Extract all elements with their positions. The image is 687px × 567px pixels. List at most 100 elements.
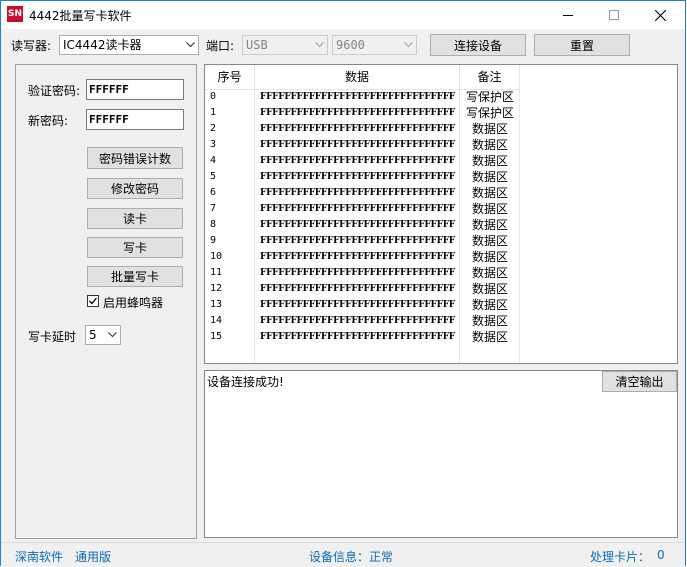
table-row[interactable]: 8 FFFFFFFFFFFFFFFFFFFFFFFFFFFFFFFF 数据区 — [205, 217, 520, 233]
maximize-icon — [609, 10, 619, 20]
row-data-cell: FFFFFFFFFFFFFFFFFFFFFFFFFFFFFFFF — [260, 124, 455, 134]
table-row[interactable]: 1 FFFFFFFFFFFFFFFFFFFFFFFFFFFFFFFF 写保护区 — [205, 105, 520, 121]
password-error-count-button[interactable]: 密码错误计数 — [87, 147, 183, 169]
buzzer-label: 启用蜂鸣器 — [103, 296, 164, 310]
row-index-cell: 4 — [210, 155, 217, 166]
row-data-cell: FFFFFFFFFFFFFFFFFFFFFFFFFFFFFFFF — [260, 316, 455, 326]
table-row[interactable]: 15 FFFFFFFFFFFFFFFFFFFFFFFFFFFFFFFF 数据区 — [205, 329, 520, 345]
row-note-cell: 数据区 — [471, 266, 508, 280]
reader-select[interactable]: IC4442读卡器 — [59, 35, 199, 55]
maximize-button[interactable] — [591, 1, 637, 29]
port-label: 端口: — [206, 39, 235, 53]
table-row[interactable]: 2 FFFFFFFFFFFFFFFFFFFFFFFFFFFFFFFF 数据区 — [205, 121, 520, 137]
row-index-cell: 13 — [210, 299, 223, 310]
row-index-cell: 5 — [210, 171, 217, 182]
processed-cards-count: 0 — [657, 548, 665, 562]
write-delay-select[interactable]: 5 — [85, 325, 121, 345]
reader-label: 读写器: — [11, 39, 52, 53]
row-note-cell: 数据区 — [471, 186, 508, 200]
row-data-cell: FFFFFFFFFFFFFFFFFFFFFFFFFFFFFFFF — [260, 268, 455, 278]
row-data-cell: FFFFFFFFFFFFFFFFFFFFFFFFFFFFFFFF — [260, 220, 455, 230]
app-logo-icon: SN — [7, 6, 23, 22]
table-row[interactable]: 0 FFFFFFFFFFFFFFFFFFFFFFFFFFFFFFFF 写保护区 — [205, 89, 520, 105]
row-data-cell: FFFFFFFFFFFFFFFFFFFFFFFFFFFFFFFF — [260, 156, 455, 166]
table-row[interactable]: 3 FFFFFFFFFFFFFFFFFFFFFFFFFFFFFFFF 数据区 — [205, 137, 520, 153]
new-password-label: 新密码: — [28, 114, 69, 128]
check-icon — [89, 297, 98, 305]
app-window: SN 4442批量写卡软件 读写器: IC4442读卡器 端口: USB 960… — [0, 0, 686, 567]
row-note-cell: 数据区 — [471, 282, 508, 296]
data-grid[interactable]: 序号 数据 备注 0 FFFFFFFFFFFFFFFFFFFFFFFFFFFFFF… — [204, 64, 678, 364]
column-header-data[interactable]: 数据 — [255, 65, 460, 89]
row-index-cell: 1 — [210, 107, 217, 118]
chevron-down-icon — [404, 42, 413, 48]
row-note-cell: 数据区 — [471, 250, 508, 264]
row-index-cell: 14 — [210, 315, 223, 326]
grid-header: 序号 数据 备注 — [205, 65, 520, 90]
status-bar: 深南软件 通用版 设备信息：正常 处理卡片： 0 — [1, 542, 685, 567]
baud-select-value: 9600 — [336, 38, 365, 52]
table-row[interactable]: 12 FFFFFFFFFFFFFFFFFFFFFFFFFFFFFFFF 数据区 — [205, 281, 520, 297]
port-select-value: USB — [246, 38, 268, 52]
row-note-cell: 数据区 — [471, 154, 508, 168]
table-row[interactable]: 4 FFFFFFFFFFFFFFFFFFFFFFFFFFFFFFFF 数据区 — [205, 153, 520, 169]
row-index-cell: 6 — [210, 187, 217, 198]
output-log[interactable]: 设备连接成功! — [204, 370, 678, 538]
window-title: 4442批量写卡软件 — [29, 9, 132, 23]
row-note-cell: 数据区 — [471, 314, 508, 328]
table-row[interactable]: 11 FFFFFFFFFFFFFFFFFFFFFFFFFFFFFFFF 数据区 — [205, 265, 520, 281]
new-password-input[interactable]: FFFFFF — [86, 109, 184, 130]
grid-body: 0 FFFFFFFFFFFFFFFFFFFFFFFFFFFFFFFF 写保护区 1 FF… — [205, 89, 520, 345]
table-row[interactable]: 13 FFFFFFFFFFFFFFFFFFFFFFFFFFFFFFFF 数据区 — [205, 297, 520, 313]
buzzer-checkbox[interactable] — [87, 295, 99, 307]
batch-write-button[interactable]: 批量写卡 — [87, 266, 183, 287]
chevron-down-icon — [186, 42, 195, 48]
minimize-icon — [563, 15, 573, 16]
edition-label: 通用版 — [75, 550, 112, 564]
row-note-cell: 数据区 — [471, 234, 508, 248]
row-note-cell: 数据区 — [471, 170, 508, 184]
device-info: 设备信息：正常 — [309, 550, 394, 564]
change-password-button[interactable]: 修改密码 — [87, 178, 183, 199]
row-data-cell: FFFFFFFFFFFFFFFFFFFFFFFFFFFFFFFF — [260, 140, 455, 150]
write-delay-label: 写卡延时 — [28, 330, 77, 344]
clear-output-button[interactable]: 清空输出 — [602, 371, 677, 392]
table-row[interactable]: 14 FFFFFFFFFFFFFFFFFFFFFFFFFFFFFFFF 数据区 — [205, 313, 520, 329]
baud-select[interactable]: 9600 — [332, 35, 417, 55]
table-row[interactable]: 6 FFFFFFFFFFFFFFFFFFFFFFFFFFFFFFFF 数据区 — [205, 185, 520, 201]
write-delay-value: 5 — [89, 328, 97, 342]
title-bar[interactable]: SN 4442批量写卡软件 — [1, 1, 685, 29]
verify-password-input[interactable]: FFFFFF — [86, 79, 184, 100]
port-select[interactable]: USB — [242, 35, 328, 55]
row-note-cell: 数据区 — [471, 218, 508, 232]
reader-select-value: IC4442读卡器 — [63, 38, 142, 52]
close-button[interactable] — [637, 1, 683, 29]
table-row[interactable]: 7 FFFFFFFFFFFFFFFFFFFFFFFFFFFFFFFF 数据区 — [205, 201, 520, 217]
reset-button[interactable]: 重置 — [534, 34, 630, 56]
row-data-cell: FFFFFFFFFFFFFFFFFFFFFFFFFFFFFFFF — [260, 332, 455, 342]
row-index-cell: 10 — [210, 251, 223, 262]
read-card-button[interactable]: 读卡 — [87, 208, 183, 229]
company-name: 深南软件 — [15, 550, 64, 564]
connect-device-button[interactable]: 连接设备 — [430, 34, 526, 56]
verify-password-label: 验证密码: — [28, 84, 81, 98]
close-icon — [654, 9, 666, 21]
row-index-cell: 9 — [210, 235, 217, 246]
table-row[interactable]: 9 FFFFFFFFFFFFFFFFFFFFFFFFFFFFFFFF 数据区 — [205, 233, 520, 249]
write-card-button[interactable]: 写卡 — [87, 237, 183, 258]
row-note-cell: 数据区 — [471, 122, 508, 136]
chevron-down-icon — [315, 42, 324, 48]
table-row[interactable]: 10 FFFFFFFFFFFFFFFFFFFFFFFFFFFFFFFF 数据区 — [205, 249, 520, 265]
row-note-cell: 数据区 — [471, 330, 508, 344]
row-data-cell: FFFFFFFFFFFFFFFFFFFFFFFFFFFFFFFF — [260, 300, 455, 310]
column-header-note[interactable]: 备注 — [460, 65, 520, 89]
row-data-cell: FFFFFFFFFFFFFFFFFFFFFFFFFFFFFFFF — [260, 252, 455, 262]
row-data-cell: FFFFFFFFFFFFFFFFFFFFFFFFFFFFFFFF — [260, 204, 455, 214]
processed-cards-label: 处理卡片： — [590, 550, 651, 564]
table-row[interactable]: 5 FFFFFFFFFFFFFFFFFFFFFFFFFFFFFFFF 数据区 — [205, 169, 520, 185]
minimize-button[interactable] — [545, 1, 591, 29]
row-note-cell: 写保护区 — [465, 90, 514, 104]
row-note-cell: 数据区 — [471, 202, 508, 216]
column-header-index[interactable]: 序号 — [205, 65, 255, 89]
chevron-down-icon — [108, 332, 117, 338]
